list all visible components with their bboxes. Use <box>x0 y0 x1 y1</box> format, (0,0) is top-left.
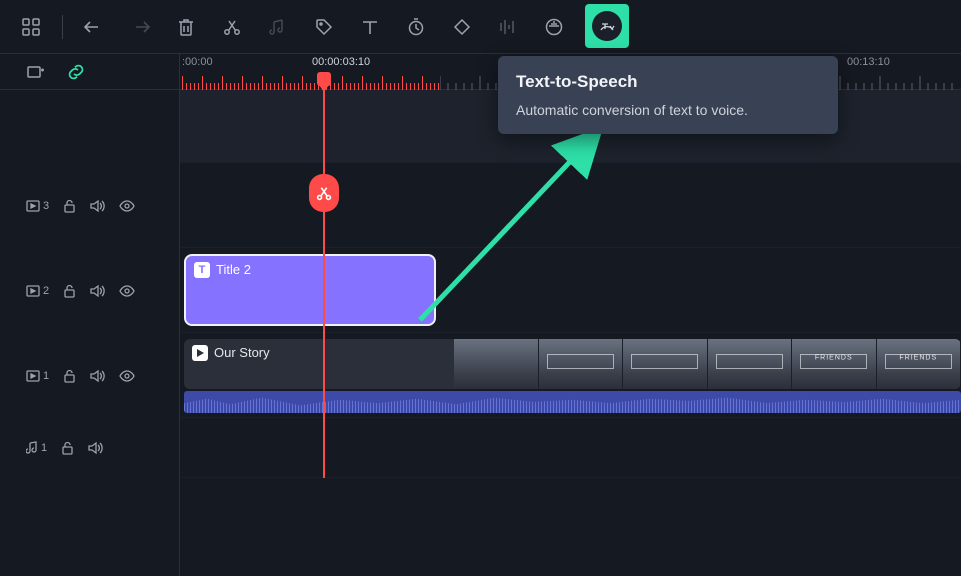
playhead-handle[interactable] <box>317 72 331 86</box>
timer-icon[interactable] <box>401 12 431 42</box>
track-kind-audio: 1 <box>26 441 47 455</box>
tts-icon <box>592 11 622 41</box>
mask-icon[interactable] <box>447 12 477 42</box>
track-kind-video: 2 <box>26 285 49 297</box>
track-row-1[interactable]: Our Story FRIENDS FRIENDS <box>180 333 961 418</box>
time-label-playhead: 00:00:03:10 <box>308 54 374 70</box>
cut-marker[interactable] <box>309 174 339 212</box>
track-row-audio[interactable] <box>180 418 961 478</box>
track-header-audio: 1 <box>0 418 179 478</box>
audio-sync-icon[interactable] <box>263 12 293 42</box>
visible-icon[interactable] <box>119 285 135 297</box>
delete-icon[interactable] <box>171 12 201 42</box>
tooltip-title: Text-to-Speech <box>516 72 820 92</box>
track-header-1: 1 <box>0 333 179 418</box>
playhead[interactable] <box>323 78 325 478</box>
undo-icon[interactable] <box>79 12 109 42</box>
clip-label: Our Story <box>214 345 270 360</box>
audio-fx-icon[interactable] <box>539 12 569 42</box>
toolbar <box>0 0 961 54</box>
track-header-2: 2 <box>0 248 179 333</box>
track-number: 1 <box>41 442 47 454</box>
text-icon[interactable] <box>355 12 385 42</box>
time-label: 00:13:10 <box>845 54 890 68</box>
mute-icon[interactable] <box>88 441 103 455</box>
tag-icon[interactable] <box>309 12 339 42</box>
header-controls <box>0 54 179 90</box>
link-icon[interactable] <box>66 62 86 82</box>
visible-icon[interactable] <box>119 370 135 382</box>
track-row-2[interactable]: T Title 2 <box>180 248 961 333</box>
thumb-label: FRIENDS <box>815 355 853 362</box>
tts-button-highlight[interactable] <box>585 4 629 48</box>
track-row-3[interactable] <box>180 163 961 248</box>
text-clip-icon: T <box>194 262 210 278</box>
clip-label: Title 2 <box>216 262 251 277</box>
lock-icon[interactable] <box>63 199 76 213</box>
audio-waveform[interactable] <box>184 391 961 413</box>
mute-icon[interactable] <box>90 199 105 213</box>
split-icon[interactable] <box>217 12 247 42</box>
apps-icon[interactable] <box>16 12 46 42</box>
mute-icon[interactable] <box>90 284 105 298</box>
track-number: 2 <box>43 285 49 297</box>
redo-icon[interactable] <box>125 12 155 42</box>
track-kind-video: 3 <box>26 200 49 212</box>
tooltip-tts: Text-to-Speech Automatic conversion of t… <box>498 56 838 134</box>
spacer-row <box>0 90 179 163</box>
tooltip-body: Automatic conversion of text to voice. <box>516 102 820 118</box>
track-number: 3 <box>43 200 49 212</box>
track-area: T Title 2 Our Story FRIENDS <box>180 90 961 478</box>
ruler-active-region <box>180 72 440 90</box>
thumb-label: FRIENDS <box>899 355 937 362</box>
lock-icon[interactable] <box>63 284 76 298</box>
clip-title[interactable]: T Title 2 <box>184 254 436 326</box>
video-clip-icon <box>192 345 208 361</box>
separator <box>62 15 63 39</box>
bars-icon[interactable] <box>493 12 523 42</box>
clip-video[interactable]: Our Story FRIENDS FRIENDS <box>184 339 961 389</box>
track-number: 1 <box>43 370 49 382</box>
video-thumbnails: FRIENDS FRIENDS <box>454 339 961 389</box>
mute-icon[interactable] <box>90 369 105 383</box>
track-kind-video: 1 <box>26 370 49 382</box>
visible-icon[interactable] <box>119 200 135 212</box>
track-header-3: 3 <box>0 163 179 248</box>
add-track-icon[interactable] <box>26 62 46 82</box>
lock-icon[interactable] <box>61 441 74 455</box>
track-headers: 3 2 1 1 <box>0 54 180 576</box>
time-label: :00:00 <box>180 54 213 68</box>
lock-icon[interactable] <box>63 369 76 383</box>
